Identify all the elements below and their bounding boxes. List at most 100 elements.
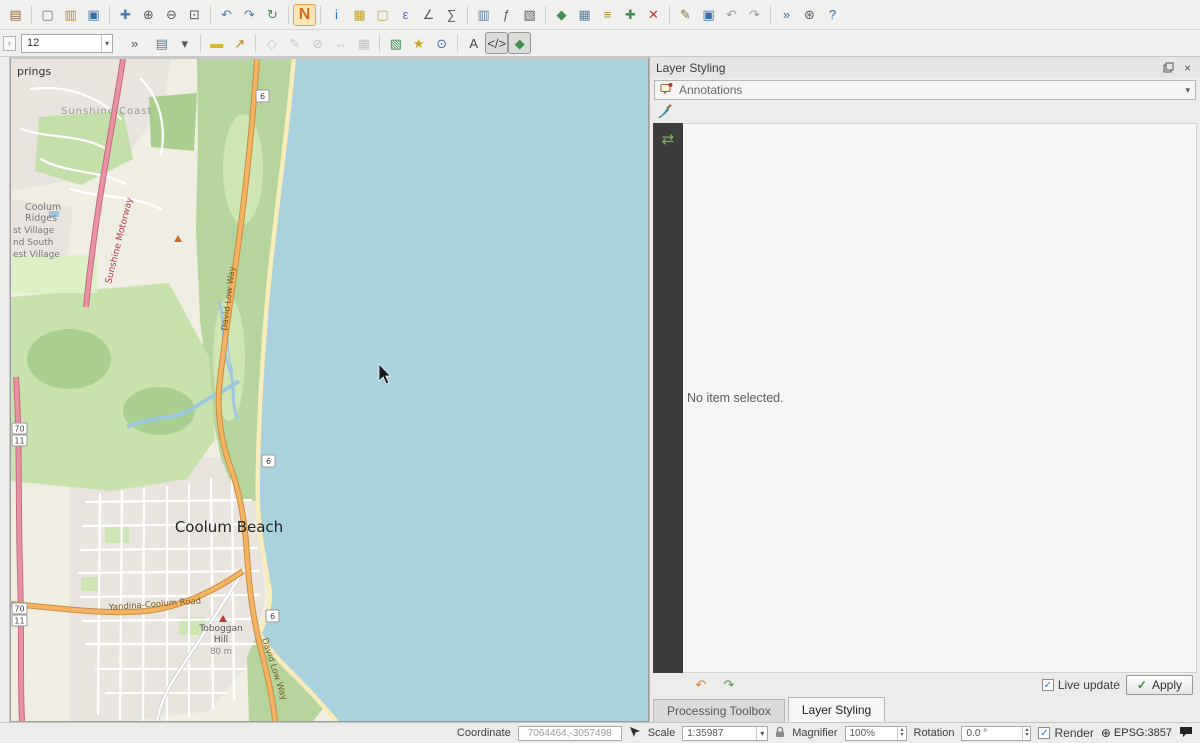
undo-edit-icon[interactable]: ↶: [720, 4, 743, 26]
lock-scale-icon[interactable]: [775, 726, 785, 741]
panel-toggle-icon[interactable]: ‹: [3, 36, 16, 51]
zoom-next-icon[interactable]: ↷: [238, 4, 261, 26]
help-icon[interactable]: ?: [821, 4, 844, 26]
field-calculator-icon[interactable]: ƒ: [495, 4, 518, 26]
qgis-north-icon[interactable]: N: [293, 4, 316, 26]
tab-processing-toolbox[interactable]: Processing Toolbox: [653, 699, 785, 722]
spin-down-icon[interactable]: ▾: [1025, 733, 1028, 738]
add-vector-layer-icon[interactable]: ◆: [550, 4, 573, 26]
crs-status-button[interactable]: ⊕ EPSG:3857: [1101, 726, 1172, 740]
toggle-editing-icon[interactable]: ✎: [674, 4, 697, 26]
save-edits-icon[interactable]: ▣: [697, 4, 720, 26]
layer-styling-panel: Layer Styling × Annotations ▾ ⇄: [649, 57, 1200, 722]
tab-layer-styling[interactable]: Layer Styling: [788, 697, 885, 722]
live-update-checkbox[interactable]: ✓ Live update: [1042, 678, 1120, 692]
statistical-summary-icon[interactable]: ∑: [440, 4, 463, 26]
zoom-last-icon[interactable]: ↶: [215, 4, 238, 26]
open-data-source-manager-icon[interactable]: ▤: [4, 4, 27, 26]
new-map-view-icon[interactable]: ▧: [384, 32, 407, 54]
style-panel-footer: ↶ ↷ ✓ Live update ✓ Apply: [650, 673, 1200, 697]
toolbar-row-1: ▤▢▥▣✚⊕⊖⊡↶↷↻Ni▦▢ε∠∑▥ƒ▧◆▦≡✚✕✎▣↶↷»⊛?: [4, 4, 844, 26]
html-annotation-icon[interactable]: </>: [485, 32, 508, 54]
edit-annotation-nodes-icon[interactable]: ✎: [283, 32, 306, 54]
collapsed-left-dock[interactable]: [0, 57, 10, 722]
measure-line-icon[interactable]: ∠: [417, 4, 440, 26]
icon-glyph: ▣: [702, 8, 714, 21]
refresh-map-icon[interactable]: ↻: [261, 4, 284, 26]
scale-value: 1:35987: [687, 728, 723, 739]
symbology-brush-icon[interactable]: [656, 104, 672, 122]
icon-glyph: ▬: [210, 37, 223, 50]
redo-edit-icon[interactable]: ↷: [743, 4, 766, 26]
toolbar-separator: [200, 34, 201, 52]
zoom-in-icon[interactable]: ⊕: [137, 4, 160, 26]
render-checkbox[interactable]: ✓ Render: [1038, 726, 1093, 740]
redo-style-button[interactable]: ↷: [718, 676, 740, 694]
messages-balloon-icon[interactable]: [1179, 726, 1193, 741]
icon-glyph: ◇: [267, 37, 277, 50]
icon-glyph: ▦: [578, 8, 590, 21]
svg-annotation-icon[interactable]: ◆: [508, 32, 531, 54]
identify-features-icon[interactable]: i: [325, 4, 348, 26]
add-delimited-text-icon[interactable]: ≡: [596, 4, 619, 26]
icon-glyph: ✎: [289, 37, 300, 50]
close-panel-icon[interactable]: ×: [1181, 61, 1194, 74]
deselect-features-icon[interactable]: ▢: [371, 4, 394, 26]
delete-annotation-icon[interactable]: ⊘: [306, 32, 329, 54]
move-annotation-icon[interactable]: ↗: [228, 32, 251, 54]
scale-combobox[interactable]: 1:35987 ▾: [682, 726, 768, 741]
rectangle-annotation-icon[interactable]: ▦: [352, 32, 375, 54]
layer-selector[interactable]: Annotations ▾: [654, 80, 1196, 100]
pan-map-icon[interactable]: ✚: [114, 4, 137, 26]
magnifier-value: 100%: [850, 728, 876, 739]
apply-check-icon: ✓: [1137, 678, 1147, 692]
temporal-controller-icon[interactable]: ⊙: [430, 32, 453, 54]
annotation-dropdown-icon[interactable]: ▾: [173, 32, 196, 54]
open-project-icon[interactable]: ▥: [59, 4, 82, 26]
python-console-icon[interactable]: »: [775, 4, 798, 26]
annotation-style-tab[interactable]: ⇄: [655, 126, 681, 152]
coordinate-input[interactable]: 7064464,-3057498: [518, 726, 622, 741]
icon-glyph: ▦: [353, 8, 365, 21]
coordinate-label: Coordinate: [457, 727, 511, 739]
polygon-annotation-icon[interactable]: ▬: [205, 32, 228, 54]
new-project-icon[interactable]: ▢: [36, 4, 59, 26]
icon-glyph: ✕: [648, 8, 659, 21]
annotation-properties-icon[interactable]: ▤: [150, 32, 173, 54]
line-annotation-icon[interactable]: ↔: [329, 32, 352, 54]
toolbar-overflow-icon[interactable]: »: [131, 36, 138, 51]
save-project-icon[interactable]: ▣: [82, 4, 105, 26]
chevron-down-icon[interactable]: ▾: [101, 35, 112, 52]
add-raster-layer-icon[interactable]: ▦: [573, 4, 596, 26]
float-panel-icon[interactable]: [1162, 61, 1175, 74]
modify-annotation-icon[interactable]: ◇: [260, 32, 283, 54]
magnifier-spinbox[interactable]: 100% ▴▾: [845, 726, 907, 741]
apply-button[interactable]: ✓ Apply: [1126, 675, 1193, 695]
layout-manager-icon[interactable]: ▧: [518, 4, 541, 26]
zoom-full-icon[interactable]: ⊡: [183, 4, 206, 26]
new-shapefile-layer-icon[interactable]: ✚: [619, 4, 642, 26]
spatial-bookmark-icon[interactable]: ★: [407, 32, 430, 54]
annotation-scale-combobox[interactable]: 12 ▾: [21, 34, 113, 53]
route-shield: 11: [14, 617, 24, 626]
select-by-expression-icon[interactable]: ε: [394, 4, 417, 26]
icon-glyph: ▾: [181, 37, 188, 50]
rotation-spinbox[interactable]: 0.0 ° ▴▾: [961, 726, 1031, 741]
extents-cursor-icon[interactable]: [629, 726, 641, 741]
zoom-out-icon[interactable]: ⊖: [160, 4, 183, 26]
icon-glyph: »: [783, 8, 790, 21]
map-canvas[interactable]: 6 6 6 70 11 70 11 prings Sunshine Coast …: [11, 59, 648, 721]
attribute-table-icon[interactable]: ▥: [472, 4, 495, 26]
undo-style-button[interactable]: ↶: [690, 676, 712, 694]
style-content-area: No item selected.: [683, 123, 1197, 673]
chevron-down-icon[interactable]: ▾: [756, 727, 767, 740]
select-features-icon[interactable]: ▦: [348, 4, 371, 26]
processing-toolbox-icon[interactable]: ⊛: [798, 4, 821, 26]
spin-down-icon[interactable]: ▾: [900, 733, 903, 738]
toolbar-row-2: ▤ ▾ ▬ ↗ ◇ ✎ ⊘↔ ▦ ▧ ★ ⊙ A</>◆: [150, 32, 531, 54]
icon-glyph: ▦: [358, 37, 370, 50]
route-shield: 11: [14, 437, 24, 446]
remove-layer-icon[interactable]: ✕: [642, 4, 665, 26]
icon-glyph: ★: [413, 37, 425, 50]
text-annotation-icon[interactable]: A: [462, 32, 485, 54]
